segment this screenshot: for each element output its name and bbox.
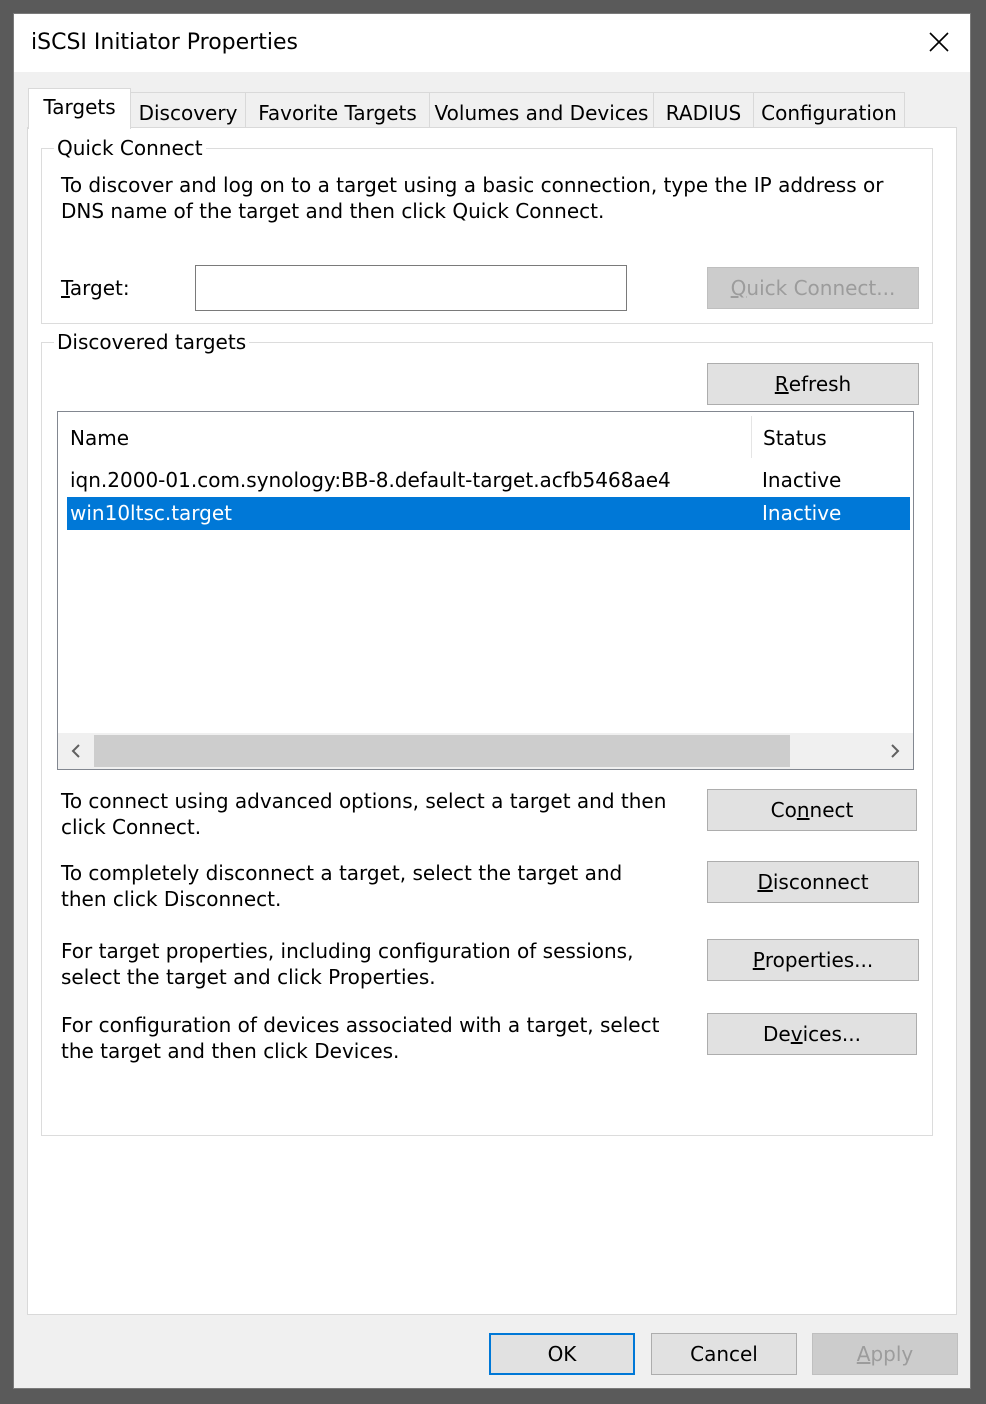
button-label: efresh	[788, 372, 852, 396]
tab-favorite-targets[interactable]: Favorite Targets	[245, 92, 430, 128]
target-label: Target:	[61, 275, 130, 301]
description-line: To connect using advanced options, selec…	[61, 789, 667, 813]
button-label: ices...	[802, 1022, 861, 1046]
column-header-label: Status	[763, 426, 827, 450]
tab-discovery[interactable]: Discovery	[130, 92, 246, 128]
tab-volumes-and-devices[interactable]: Volumes and Devices	[429, 92, 654, 128]
target-input[interactable]	[195, 265, 627, 311]
devices-description: For configuration of devices associated …	[61, 1012, 659, 1064]
description-line: click Connect.	[61, 815, 202, 839]
description-line: For configuration of devices associated …	[61, 1013, 660, 1037]
horizontal-scrollbar[interactable]	[58, 733, 913, 769]
description-line: To discover and log on to a target using…	[61, 173, 884, 197]
accelerator-key: P	[752, 948, 765, 972]
targets-tab-panel: Quick Connect To discover and log on to …	[27, 127, 957, 1315]
quick-connect-button[interactable]: Quick Connect...	[707, 267, 919, 309]
scrollbar-thumb[interactable]	[94, 735, 790, 767]
chevron-left-icon	[71, 744, 80, 758]
description-line: select the target and click Properties.	[61, 965, 436, 989]
label-text: arget:	[69, 276, 130, 300]
title-bar[interactable]: iSCSI Initiator Properties	[14, 14, 970, 72]
accelerator-key: A	[856, 1342, 871, 1366]
tab-targets[interactable]: Targets	[28, 88, 131, 129]
connect-button[interactable]: Co n nect	[707, 789, 917, 831]
button-label: roperties...	[764, 948, 874, 972]
properties-description: For target properties, including configu…	[61, 938, 633, 990]
apply-button[interactable]: Apply	[812, 1333, 958, 1375]
ok-button[interactable]: OK	[489, 1333, 635, 1375]
column-header-status[interactable]: Status	[751, 412, 913, 464]
target-status: Inactive	[762, 501, 842, 525]
window-title: iSCSI Initiator Properties	[31, 30, 298, 55]
iscsi-properties-dialog: iSCSI Initiator Properties Targets Disco…	[13, 13, 971, 1389]
accelerator-key: Q	[730, 276, 747, 300]
button-label: isconnect	[772, 870, 869, 894]
close-icon	[929, 32, 949, 52]
tab-radius[interactable]: RADIUS	[653, 92, 754, 128]
tab-label: Configuration	[761, 101, 897, 125]
accelerator-key: D	[757, 870, 773, 894]
devices-button[interactable]: De v ices...	[707, 1013, 917, 1055]
target-row[interactable]: iqn.2000-01.com.synology:BB-8.default-ta…	[67, 464, 910, 497]
close-button[interactable]	[912, 16, 966, 68]
scroll-right-button[interactable]	[877, 733, 913, 769]
accelerator-key: n	[796, 798, 810, 822]
button-label: De	[763, 1022, 791, 1046]
button-label: Cancel	[690, 1342, 758, 1366]
description-line: For target properties, including configu…	[61, 939, 634, 963]
scroll-left-button[interactable]	[58, 733, 94, 769]
cancel-button[interactable]: Cancel	[651, 1333, 797, 1375]
tab-label: Discovery	[138, 101, 238, 125]
accelerator-key: T	[61, 276, 70, 300]
button-label: uick Connect...	[746, 276, 896, 300]
quick-connect-description: To discover and log on to a target using…	[61, 172, 883, 224]
button-label: Co	[770, 798, 797, 822]
description-line: then click Disconnect.	[61, 887, 282, 911]
target-row-selected[interactable]: win10ltsc.target Inactive	[67, 497, 910, 530]
tab-label: Volumes and Devices	[434, 101, 649, 125]
disconnect-button[interactable]: Disconnect	[707, 861, 919, 903]
quick-connect-legend: Quick Connect	[54, 136, 206, 160]
tab-label: RADIUS	[665, 101, 742, 125]
tab-configuration[interactable]: Configuration	[753, 92, 905, 128]
disconnect-description: To completely disconnect a target, selec…	[61, 860, 622, 912]
discovered-targets-legend: Discovered targets	[54, 330, 250, 354]
connect-description: To connect using advanced options, selec…	[61, 788, 666, 840]
column-header-name[interactable]: Name	[58, 412, 751, 464]
column-header-label: Name	[70, 426, 130, 450]
targets-list[interactable]: Name Status iqn.2000-01.com.synology:BB-…	[57, 411, 914, 770]
refresh-button[interactable]: Refresh	[707, 363, 919, 405]
button-label: OK	[547, 1342, 577, 1366]
description-line: the target and then click Devices.	[61, 1039, 400, 1063]
tab-label: Targets	[43, 95, 116, 119]
description-line: DNS name of the target and then click Qu…	[61, 199, 605, 223]
accelerator-key: v	[790, 1022, 803, 1046]
target-name: win10ltsc.target	[70, 501, 233, 525]
target-name: iqn.2000-01.com.synology:BB-8.default-ta…	[70, 468, 671, 492]
chevron-right-icon	[891, 744, 900, 758]
target-status: Inactive	[762, 468, 842, 492]
button-label: pply	[870, 1342, 914, 1366]
description-line: To completely disconnect a target, selec…	[61, 861, 623, 885]
button-label: nect	[809, 798, 854, 822]
tab-label: Favorite Targets	[258, 101, 417, 125]
properties-button[interactable]: Properties...	[707, 939, 919, 981]
accelerator-key: R	[774, 372, 789, 396]
